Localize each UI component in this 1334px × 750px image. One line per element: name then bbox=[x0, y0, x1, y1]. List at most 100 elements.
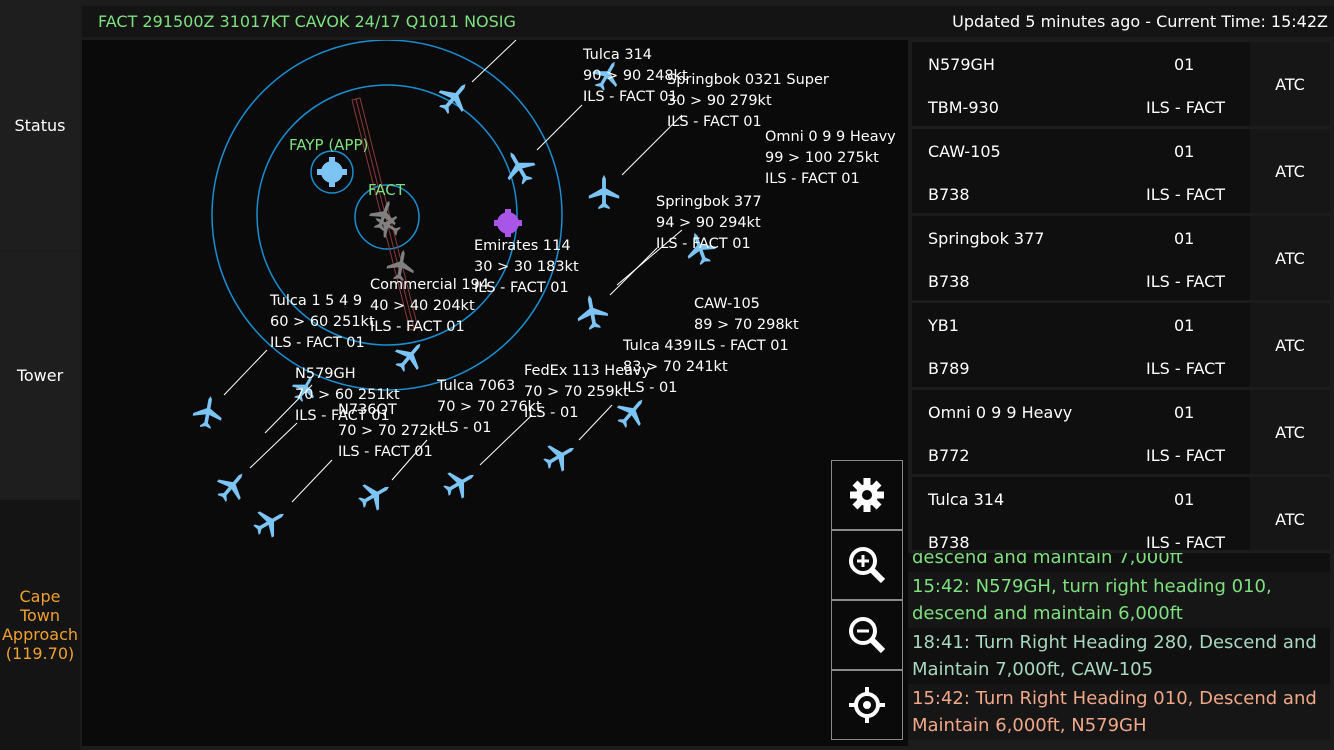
aircraft-label[interactable]: Tulca 1 5 4 9 60 > 60 251kt ILS - FACT 01 bbox=[270, 291, 375, 354]
aircraft-label-line: 30 > 90 279kt bbox=[667, 93, 772, 109]
sidebar-status[interactable]: Status bbox=[0, 0, 80, 250]
aircraft-icon bbox=[574, 292, 610, 332]
strip-approach: ILS - FACT bbox=[1146, 446, 1226, 465]
aircraft-label-line: Tulca 439 bbox=[623, 338, 693, 354]
strip-runway: 01 bbox=[1174, 490, 1195, 509]
sidebar-tower[interactable]: Tower bbox=[0, 252, 80, 498]
aircraft-label-line: ILS - FACT 01 bbox=[765, 171, 860, 187]
settings-button[interactable] bbox=[831, 460, 903, 530]
flight-strip[interactable]: Omni 0 9 9 Heavy B772 01 ILS - FACT ATC bbox=[912, 390, 1330, 474]
flight-strip[interactable]: N579GH TBM-930 01 ILS - FACT ATC bbox=[912, 42, 1330, 126]
aircraft-label-line: FedEx 113 Heavy bbox=[524, 363, 651, 379]
strip-control[interactable]: ATC bbox=[1250, 477, 1330, 550]
strip-control[interactable]: ATC bbox=[1250, 216, 1330, 300]
zoom-out-icon bbox=[849, 617, 886, 654]
map-toolbar bbox=[831, 460, 903, 740]
strip-type: B738 bbox=[928, 185, 970, 204]
aircraft-label[interactable]: Tulca 7063 70 > 70 276kt ILS - 01 bbox=[437, 376, 542, 439]
aircraft-label-line: 30 > 30 183kt bbox=[474, 259, 579, 275]
flight-strip[interactable]: CAW-105 B738 01 ILS - FACT ATC bbox=[912, 129, 1330, 213]
flight-strip[interactable]: Springbok 377 B738 01 ILS - FACT ATC bbox=[912, 216, 1330, 300]
aircraft-icon bbox=[588, 174, 620, 210]
strip-runway: 01 bbox=[1174, 142, 1195, 161]
aircraft-label-line: Springbok 0321 Super bbox=[667, 72, 829, 88]
aircraft-icon bbox=[248, 501, 292, 543]
aircraft-label-line: ILS - FACT 01 bbox=[474, 280, 569, 296]
aircraft-icon bbox=[431, 74, 478, 121]
aircraft-label-line: ILS - 01 bbox=[524, 405, 579, 421]
fact-label: FACT bbox=[368, 181, 405, 199]
aircraft-label-line: 89 > 70 298kt bbox=[694, 317, 799, 333]
aircraft-label-line: 99 > 100 275kt bbox=[765, 150, 879, 166]
aircraft-label-line: ILS - FACT 01 bbox=[270, 335, 365, 351]
aircraft-label-line: 40 > 40 204kt bbox=[370, 298, 475, 314]
aircraft-label[interactable]: Springbok 377 94 > 90 294kt ILS - FACT 01 bbox=[656, 192, 762, 255]
aircraft-label-line: 60 > 60 251kt bbox=[270, 314, 375, 330]
flight-strip[interactable]: Tulca 314 B738 01 ILS - FACT ATC bbox=[912, 477, 1330, 550]
aircraft-label-line: ILS - FACT 01 bbox=[656, 236, 751, 252]
aircraft-label-line: 94 > 90 294kt bbox=[656, 215, 761, 231]
gear-icon bbox=[850, 478, 884, 512]
aircraft-label-line: 70 > 70 259kt bbox=[524, 384, 629, 400]
aircraft-label-line: Tulca 1 5 4 9 bbox=[270, 293, 363, 309]
strip-control[interactable]: ATC bbox=[1250, 303, 1330, 387]
strip-type: TBM-930 bbox=[928, 98, 999, 117]
aircraft-label-line: Omni 0 9 9 Heavy bbox=[765, 129, 896, 145]
log-message: 15:42: Turn Right Heading 010, Descend a… bbox=[908, 684, 1330, 740]
strip-control[interactable]: ATC bbox=[1250, 390, 1330, 474]
log-message: 18:41: Turn Right Heading 280, Descend a… bbox=[908, 628, 1330, 684]
strip-approach: ILS - FACT bbox=[1146, 272, 1226, 291]
approach-label: Cape Town Approach (119.70) bbox=[1, 587, 78, 663]
aircraft-label-line: 70 > 70 272kt bbox=[338, 423, 443, 439]
aircraft-label-line: ILS - 01 bbox=[437, 420, 492, 436]
strip-approach: ILS - FACT bbox=[1146, 98, 1226, 117]
zoom-in-icon bbox=[849, 547, 886, 584]
message-log: descend and maintain 7,000ft 15:42: N579G… bbox=[908, 553, 1330, 746]
metar-text: FACT 291500Z 31017KT CAVOK 24/17 Q1011 N… bbox=[98, 12, 516, 31]
log-message: descend and maintain 7,000ft bbox=[908, 553, 1330, 572]
aircraft-label-line: N736QT bbox=[338, 402, 397, 418]
zoom-in-button[interactable] bbox=[831, 530, 903, 600]
header-bar: FACT 291500Z 31017KT CAVOK 24/17 Q1011 N… bbox=[82, 6, 1334, 37]
aircraft-icon bbox=[353, 474, 397, 516]
updated-text: Updated 5 minutes ago - Current Time: 15… bbox=[952, 12, 1328, 31]
waypoint-marker bbox=[494, 209, 522, 237]
aircraft-icon bbox=[210, 464, 254, 508]
strip-control[interactable]: ATC bbox=[1250, 42, 1330, 126]
tower-label: Tower bbox=[16, 365, 64, 385]
aircraft-label-line: ILS - FACT 01 bbox=[338, 444, 433, 460]
aircraft-label[interactable]: Springbok 0321 Super 30 > 90 279kt ILS - F… bbox=[667, 70, 829, 133]
strip-control[interactable]: ATC bbox=[1250, 129, 1330, 213]
center-button[interactable] bbox=[831, 670, 903, 740]
aircraft-label[interactable]: Omni 0 9 9 Heavy 99 > 100 275kt ILS - FACT… bbox=[765, 127, 896, 190]
aircraft-icon bbox=[438, 462, 482, 504]
sidebar-approach[interactable]: Cape Town Approach (119.70) bbox=[0, 500, 80, 750]
fayp-marker bbox=[317, 157, 347, 187]
flight-strip[interactable]: YB1 B789 01 ILS - FACT ATC bbox=[912, 303, 1330, 387]
aircraft-label[interactable]: Emirates 114 30 > 30 183kt ILS - FACT 01 bbox=[474, 236, 579, 299]
strip-approach: ILS - FACT bbox=[1146, 533, 1226, 550]
aircraft-label-line: Tulca 314 bbox=[583, 47, 653, 63]
log-message: 15:42: N579GH, turn right heading 010, d… bbox=[908, 572, 1330, 628]
zoom-out-button[interactable] bbox=[831, 600, 903, 670]
aircraft-icon bbox=[191, 393, 225, 431]
crosshair-icon bbox=[849, 687, 885, 723]
aircraft-label-line: CAW-105 bbox=[694, 296, 760, 312]
aircraft-label-line: Emirates 114 bbox=[474, 238, 571, 254]
aircraft-label[interactable]: Commercial 194 40 > 40 204kt ILS - FACT 01 bbox=[370, 275, 489, 338]
strip-type: B738 bbox=[928, 272, 970, 291]
strip-approach: ILS - FACT bbox=[1146, 185, 1226, 204]
aircraft-label[interactable]: N736QT 70 > 70 272kt ILS - FACT 01 bbox=[338, 400, 443, 463]
radar-map[interactable]: FAYP (APP) FACT Tulca 314 90 > 90 248kt IL… bbox=[82, 40, 908, 746]
strip-callsign: YB1 bbox=[928, 316, 959, 335]
aircraft-label-line: N579GH bbox=[295, 366, 356, 382]
strip-callsign: Tulca 314 bbox=[928, 490, 1005, 509]
aircraft-label[interactable]: FedEx 113 Heavy 70 > 70 259kt ILS - 01 bbox=[524, 361, 650, 424]
aircraft-label-line: ILS - FACT 01 bbox=[370, 319, 465, 335]
strip-callsign: CAW-105 bbox=[928, 142, 1001, 161]
strip-type: B738 bbox=[928, 533, 970, 550]
strip-approach: ILS - FACT bbox=[1146, 359, 1226, 378]
strip-runway: 01 bbox=[1174, 316, 1195, 335]
flight-strips: N579GH TBM-930 01 ILS - FACT ATC CAW-105 B738 0… bbox=[912, 42, 1330, 550]
fayp-label: FAYP (APP) bbox=[289, 136, 369, 154]
